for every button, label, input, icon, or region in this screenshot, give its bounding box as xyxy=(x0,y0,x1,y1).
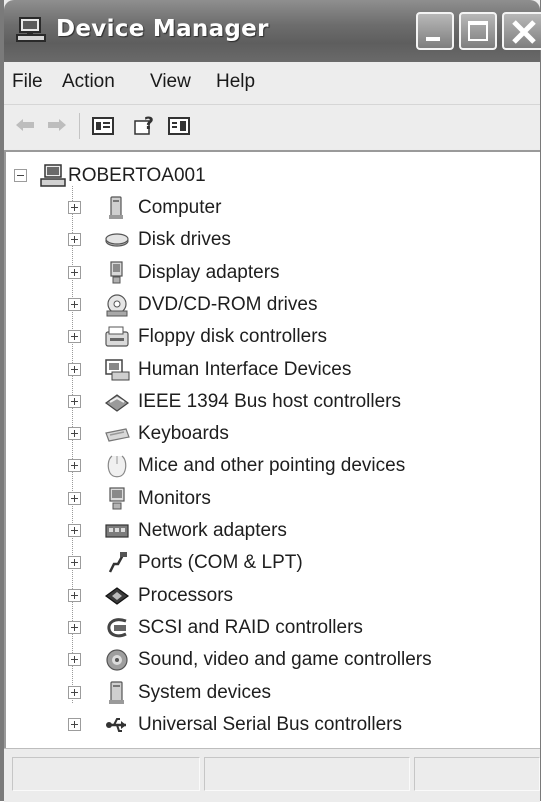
expand-toggle[interactable] xyxy=(68,653,81,667)
computer-monitor-icon xyxy=(16,17,46,42)
expand-toggle[interactable] xyxy=(68,362,81,376)
tree-node[interactable]: DVD/CD-ROM drives xyxy=(6,291,486,321)
window-title: Device Manager xyxy=(56,16,269,42)
monitor-icon xyxy=(109,487,125,510)
status-bar xyxy=(4,748,540,802)
back-icon[interactable] xyxy=(14,117,36,133)
port-icon xyxy=(108,552,127,573)
title-bar[interactable]: Device Manager xyxy=(4,0,541,62)
toolbar: ? xyxy=(4,104,540,149)
tree-node-label: Monitors xyxy=(138,487,211,509)
keyboard-icon xyxy=(105,428,130,442)
menu-file[interactable]: File xyxy=(12,71,43,93)
expand-toggle[interactable] xyxy=(68,491,81,505)
tree-node-label: DVD/CD-ROM drives xyxy=(138,293,318,315)
show-hide-tree-icon[interactable] xyxy=(168,117,190,135)
expand-toggle[interactable] xyxy=(68,394,81,408)
menu-view[interactable]: View xyxy=(150,71,191,93)
tree-node[interactable]: System devices xyxy=(6,679,486,709)
computer-icon xyxy=(109,196,123,219)
status-cell xyxy=(12,757,200,791)
expand-toggle[interactable] xyxy=(68,427,81,441)
scsi-icon xyxy=(107,618,127,638)
mouse-icon xyxy=(107,455,127,478)
tree-node[interactable]: Keyboards xyxy=(6,420,486,450)
expand-toggle[interactable] xyxy=(68,556,81,570)
tree-node-label: Floppy disk controllers xyxy=(138,326,328,348)
root-label: ROBERTOA001 xyxy=(68,165,206,186)
expand-toggle[interactable] xyxy=(68,233,81,247)
tree-node-label: Human Interface Devices xyxy=(138,358,352,380)
expand-toggle[interactable] xyxy=(68,297,81,311)
disk-drive-icon xyxy=(105,233,129,247)
hid-icon xyxy=(105,358,130,380)
tree-node-label: System devices xyxy=(138,681,272,703)
tree-node[interactable]: Network adapters xyxy=(6,517,486,547)
sound-icon xyxy=(106,649,128,671)
help-icon[interactable]: ? xyxy=(134,114,158,136)
svg-text:?: ? xyxy=(144,114,154,134)
tree-node[interactable]: Sound, video and game controllers xyxy=(6,646,486,676)
tree-node[interactable]: Human Interface Devices xyxy=(6,356,486,386)
expand-toggle[interactable] xyxy=(68,588,81,602)
expand-toggle[interactable] xyxy=(68,620,81,634)
collapse-toggle[interactable] xyxy=(14,169,27,182)
system-device-icon xyxy=(109,680,124,704)
close-icon xyxy=(512,20,536,44)
expand-toggle[interactable] xyxy=(68,330,81,344)
tree-root[interactable]: ROBERTOA001 xyxy=(6,162,406,192)
tree-node-label: Network adapters xyxy=(138,520,287,541)
display-adapter-icon xyxy=(110,260,123,284)
tree-node[interactable]: Mice and other pointing devices xyxy=(6,452,486,482)
tree-node-label: Disk drives xyxy=(138,229,231,251)
tree-node[interactable]: Monitors xyxy=(6,485,486,515)
tree-node-label: Keyboards xyxy=(138,423,229,445)
expand-toggle[interactable] xyxy=(68,265,81,279)
tree-node[interactable]: Universal Serial Bus controllers xyxy=(6,711,486,741)
close-button[interactable] xyxy=(502,12,541,50)
minimize-button[interactable] xyxy=(416,12,454,50)
maximize-button[interactable] xyxy=(459,12,497,50)
computer-icon xyxy=(40,164,66,187)
ieee1394-icon xyxy=(104,394,130,412)
device-tree[interactable]: ROBERTOA001 Computer Disk drives Display a… xyxy=(4,150,540,750)
tree-node-label: Display adapters xyxy=(138,261,280,283)
tree-node-label: Sound, video and game controllers xyxy=(138,649,432,671)
tree-node-label: IEEE 1394 Bus host controllers xyxy=(138,390,401,412)
menu-bar: File Action View Help xyxy=(4,62,540,104)
forward-icon[interactable] xyxy=(46,117,68,133)
toolbar-separator xyxy=(79,113,80,139)
tree-node-label: Ports (COM & LPT) xyxy=(138,552,303,574)
tree-node[interactable]: Display adapters xyxy=(6,259,486,289)
expand-toggle[interactable] xyxy=(68,524,81,537)
expand-toggle[interactable] xyxy=(68,201,81,214)
tree-node-label: Mice and other pointing devices xyxy=(138,455,406,477)
tree-node-label: SCSI and RAID controllers xyxy=(138,616,363,638)
tree-node-label: Processors xyxy=(138,584,234,606)
device-manager-window: Device Manager File Action View Help ? R… xyxy=(0,0,541,802)
expand-toggle[interactable] xyxy=(68,459,81,473)
usb-icon xyxy=(106,717,126,732)
expand-toggle[interactable] xyxy=(68,717,81,731)
status-cell xyxy=(204,757,410,791)
tree-node-label: Universal Serial Bus controllers xyxy=(138,713,402,735)
tree-node[interactable]: Computer xyxy=(6,194,486,224)
tree-node-label: Computer xyxy=(138,197,222,218)
menu-help[interactable]: Help xyxy=(216,71,255,93)
tree-node[interactable]: SCSI and RAID controllers xyxy=(6,614,486,644)
tree-node[interactable]: Disk drives xyxy=(6,226,486,256)
processor-icon xyxy=(104,586,130,605)
tree-node[interactable]: IEEE 1394 Bus host controllers xyxy=(6,388,486,418)
tree-node[interactable]: Floppy disk controllers xyxy=(6,323,486,353)
properties-icon[interactable] xyxy=(92,117,114,135)
floppy-controller-icon xyxy=(105,326,129,347)
network-adapter-icon xyxy=(105,524,129,538)
menu-action[interactable]: Action xyxy=(62,71,115,93)
tree-node[interactable]: Ports (COM & LPT) xyxy=(6,549,486,579)
tree-node[interactable]: Processors xyxy=(6,582,486,612)
cd-rom-icon xyxy=(106,294,128,317)
status-cell xyxy=(414,757,540,791)
expand-toggle[interactable] xyxy=(68,685,81,699)
